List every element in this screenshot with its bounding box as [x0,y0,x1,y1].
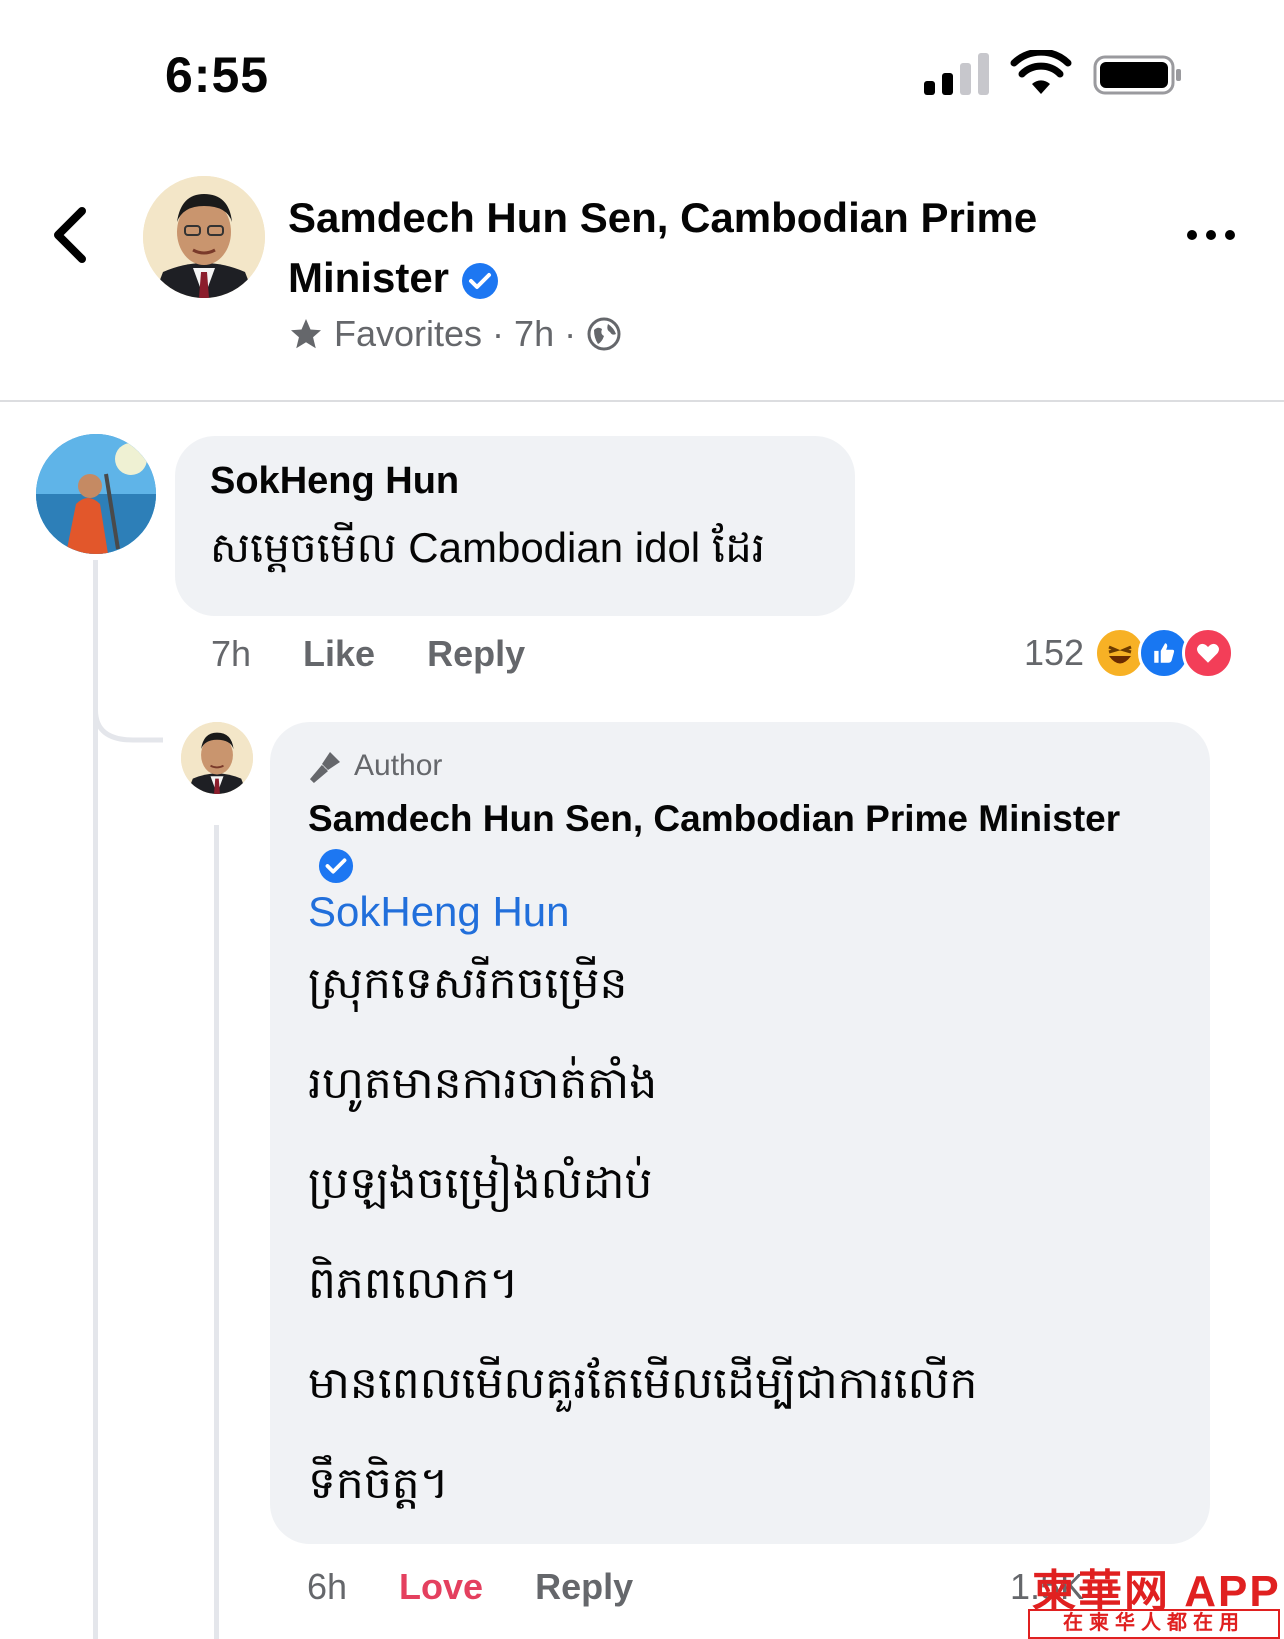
comment-bubble[interactable]: SokHeng Hun សម្តេចមើល Cambodian idol ដែរ [175,436,855,616]
cellular-signal-icon [924,53,990,95]
reply-line: ប្រឡងចម្រៀងលំដាប់ [308,1159,653,1208]
comment-author[interactable]: SokHeng Hun [210,460,459,503]
reply-bubble[interactable]: Author Samdech Hun Sen, Cambodian Prime … [270,722,1210,1544]
author-badge: Author [308,748,442,784]
love-icon [1182,627,1235,679]
author-badge-label: Author [354,749,443,782]
comment-time[interactable]: 7h [211,633,251,675]
reply-line: មានពេលមើលគួរតែមើលដើម្បីជាការលើក [308,1359,978,1408]
reply-line: ពិភពលោក។ [308,1259,519,1308]
comment-actions: 7h Like Reply [211,633,525,675]
reply-time[interactable]: 6h [307,1566,347,1608]
reply-text: ស្រុកទេសរីកចម្រើន រហូតមានការចាត់តាំង ប្រ… [308,934,1188,1534]
reaction-count: 152 [1024,632,1085,673]
header-divider [0,400,1284,402]
page-avatar[interactable] [143,176,265,298]
reply-thread-line [214,825,219,1639]
mention-link[interactable]: SokHeng Hun [308,888,570,936]
reply-button[interactable]: Reply [535,1566,633,1608]
globe-icon [587,317,621,351]
post-timestamp[interactable]: 7h [514,313,554,355]
verified-badge-icon [318,848,354,884]
page-title[interactable]: Samdech Hun Sen, Cambodian Prime Ministe… [288,188,1098,308]
reply-author[interactable]: Samdech Hun Sen, Cambodian Prime Ministe… [308,794,1188,897]
battery-icon [1093,55,1181,95]
more-options-icon[interactable] [1186,225,1236,245]
thread-connector [93,690,163,743]
reply-line: រហូតមានការចាត់តាំង [308,1059,658,1108]
watermark-slogan: 在柬华人都在用 [1028,1609,1280,1639]
reply-author-name[interactable]: Samdech Hun Sen, Cambodian Prime Ministe… [308,798,1120,839]
reply-actions: 6h Love Reply [307,1566,633,1608]
status-time: 6:55 [165,47,270,103]
reply-button[interactable]: Reply [427,633,525,675]
favorites-label[interactable]: Favorites [334,313,482,355]
meta-separator: · [492,313,505,354]
reaction-summary[interactable]: 152 [1024,627,1235,679]
back-chevron-icon[interactable] [50,205,90,265]
microphone-icon [309,752,340,784]
page-title-text[interactable]: Samdech Hun Sen, Cambodian Prime Ministe… [288,194,1037,301]
star-icon [291,319,321,349]
post-meta: Favorites · 7h · [288,313,622,355]
reply-line: ស្រុកទេសរីកចម្រើន [308,959,628,1008]
reply-author-avatar[interactable] [181,722,253,794]
watermark-logo: 柬華网 APP 在柬华人都在用 [1022,1555,1284,1639]
love-reaction-button[interactable]: Love [399,1566,483,1608]
wifi-icon [1010,50,1072,94]
comment-text: សម្តេចមើល Cambodian idol ដែរ [210,524,766,571]
commenter-avatar[interactable] [36,434,156,554]
like-button[interactable]: Like [303,633,375,675]
meta-separator-2: · [564,313,577,354]
verified-badge-icon [461,262,498,299]
reply-line: ទឹកចិត្ត។ [308,1459,449,1508]
